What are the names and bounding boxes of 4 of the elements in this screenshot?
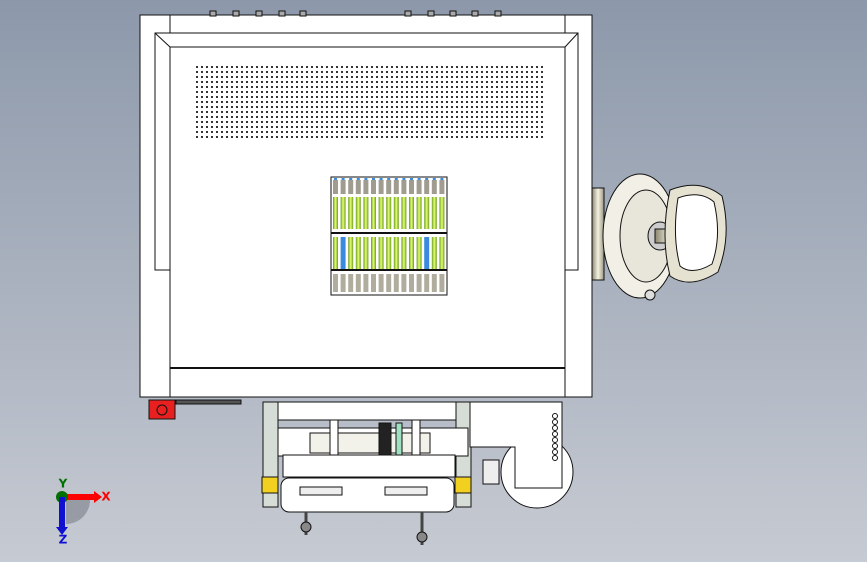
axis-label: Y: [58, 476, 68, 490]
axis-triad-shadow-icon: [66, 500, 90, 524]
axis-label: Z: [58, 532, 68, 546]
axis-label: X: [101, 489, 111, 504]
